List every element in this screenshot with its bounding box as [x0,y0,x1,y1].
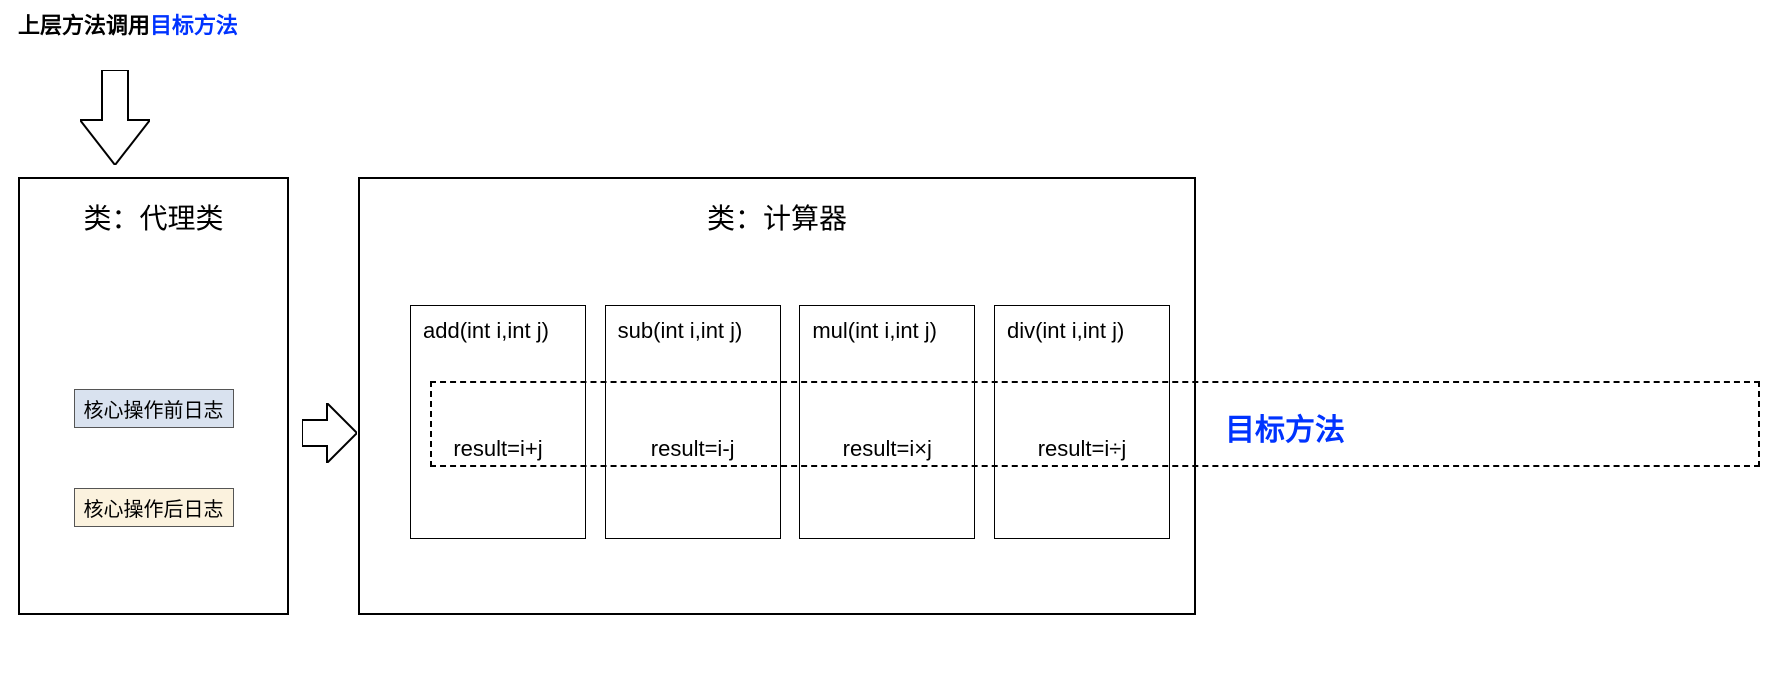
method-add-signature: add(int i,int j) [411,306,585,344]
log-before-box: 核心操作前日志 [74,389,234,428]
proxy-class-box: 类：代理类 核心操作前日志 核心操作后日志 [18,177,289,615]
header-text: 上层方法调用目标方法 [18,8,238,40]
proxy-class-title: 类：代理类 [20,197,287,237]
header-highlight: 目标方法 [150,13,238,38]
log-after-box: 核心操作后日志 [74,488,234,527]
method-div-signature: div(int i,int j) [995,306,1169,344]
method-mul-signature: mul(int i,int j) [800,306,974,344]
method-sub-signature: sub(int i,int j) [606,306,780,344]
arrow-right-icon [302,403,357,463]
target-method-dashed-box [430,381,1760,467]
header-prefix: 上层方法调用 [18,13,150,38]
target-method-label: 目标方法 [1225,405,1345,449]
calculator-class-title: 类：计算器 [360,197,1194,237]
arrow-down-icon [80,70,150,165]
